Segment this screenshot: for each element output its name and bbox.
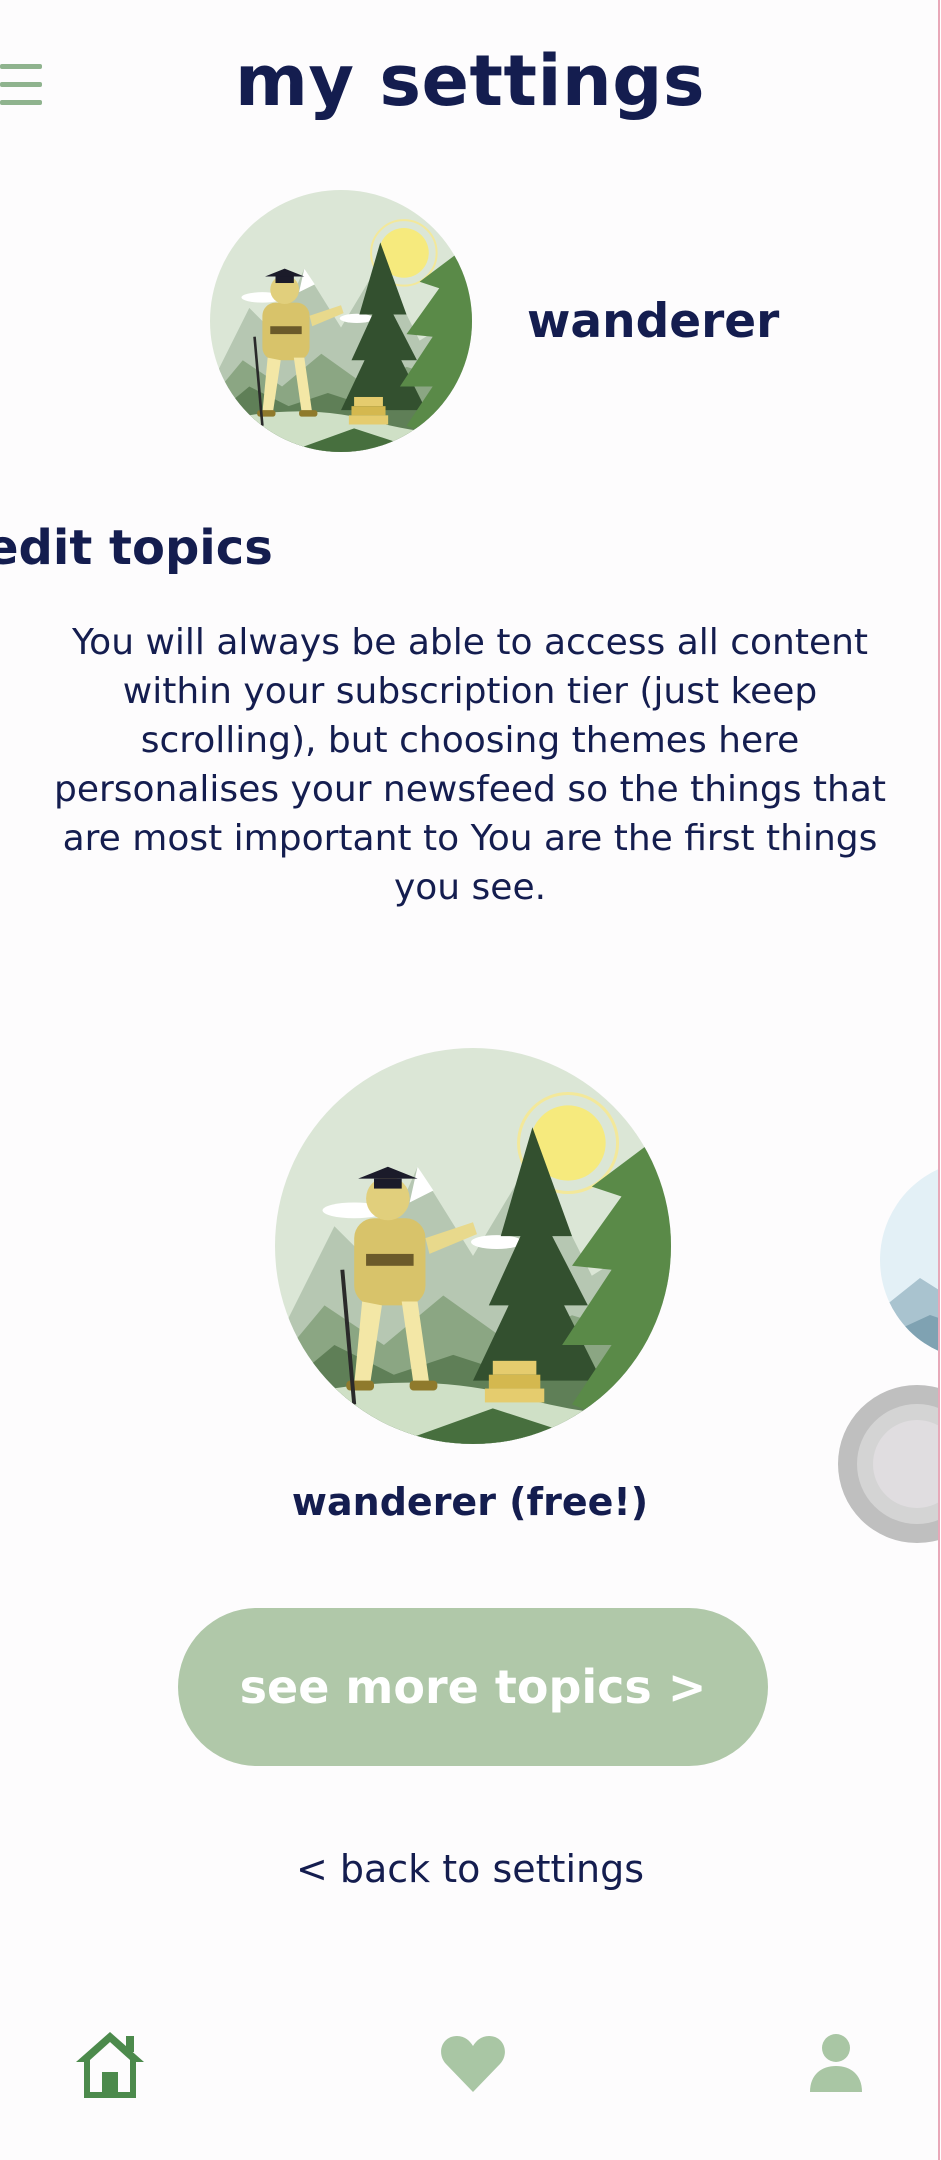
topic-image-hiker (275, 1048, 671, 1444)
intro-line: scrolling), but choosing themes here (140, 720, 800, 761)
intro-line: you see. (393, 867, 547, 908)
see-more-topics-button[interactable]: see more topics > (178, 1608, 768, 1766)
page-title: my settings (234, 40, 706, 122)
hiker-illustration (210, 190, 472, 452)
home-icon[interactable] (72, 2028, 148, 2100)
user-icon[interactable] (808, 2032, 864, 2094)
settings-screen: my settings wanderer edit topics You wil… (0, 0, 940, 2160)
intro-line: within your subscription tier (just keep (122, 671, 818, 712)
topic-card-wanderer[interactable]: wanderer (free!) (200, 1040, 740, 1530)
intro-line: You will always be able to access all co… (71, 622, 869, 663)
intro-line: personalises your newsfeed so the things… (53, 769, 887, 810)
topics-intro-text: You will always be able to access all co… (0, 618, 940, 912)
topic-label: wanderer (free!) (291, 1480, 649, 1524)
heart-icon[interactable] (440, 2032, 506, 2094)
carousel-indicator[interactable] (838, 1385, 940, 1543)
profile-avatar (210, 190, 472, 452)
section-heading-edit-topics: edit topics (0, 520, 273, 576)
next-topic-image[interactable] (880, 1160, 940, 1360)
profile-name: wanderer (527, 294, 780, 349)
intro-line: are most important to You are the first … (62, 818, 878, 859)
bottom-nav (0, 2010, 940, 2160)
back-to-settings-link[interactable]: < back to settings (0, 1847, 940, 1891)
